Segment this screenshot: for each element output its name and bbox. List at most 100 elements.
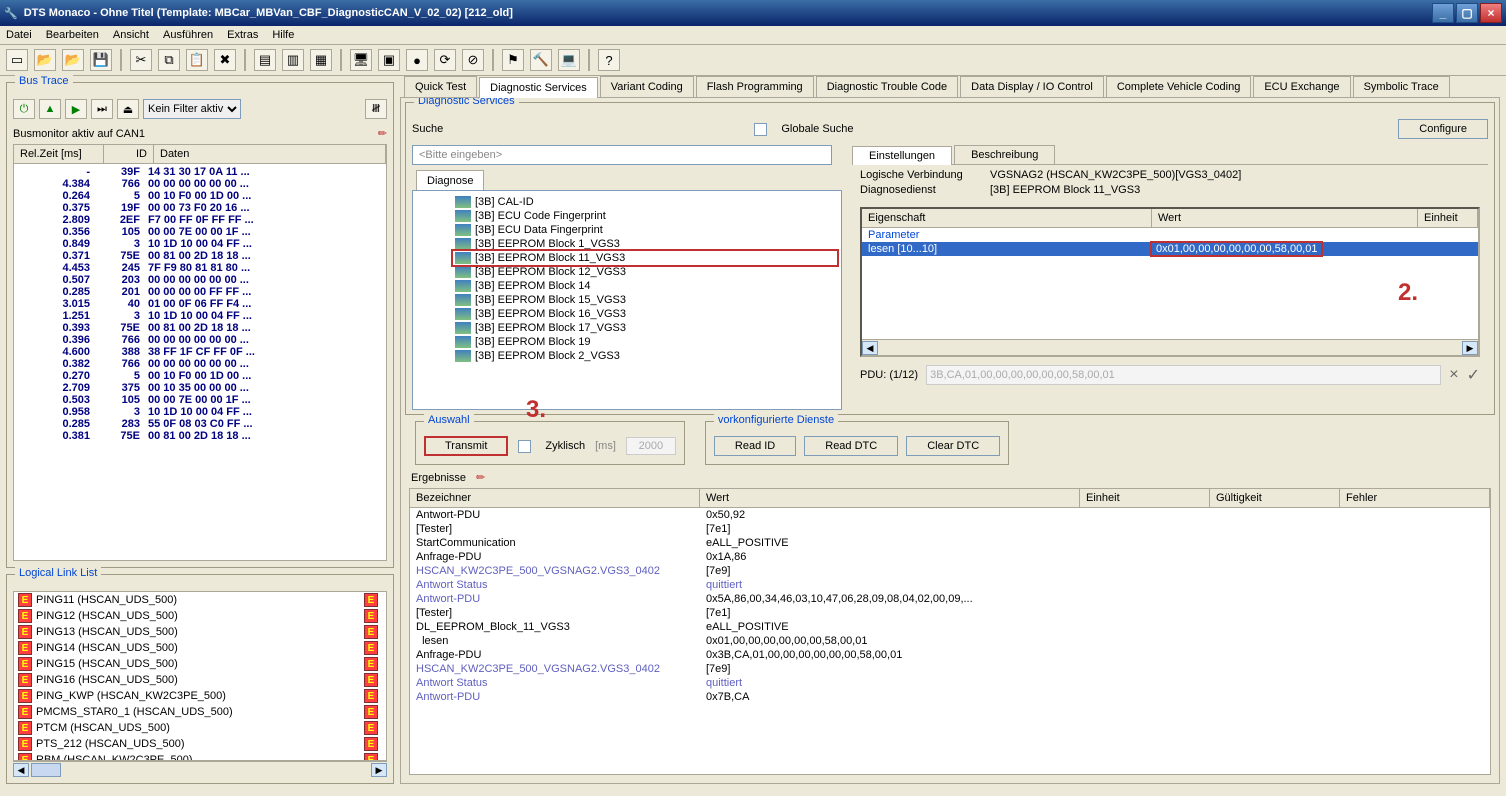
result-row[interactable]: Anfrage-PDU0x1A,86 bbox=[410, 550, 1490, 564]
bustrace-row[interactable]: 0.37175E00 81 00 2D 18 18 ... bbox=[18, 250, 382, 262]
export-icon[interactable]: ⏏ bbox=[117, 99, 139, 119]
rcol-wert[interactable]: Wert bbox=[700, 489, 1080, 507]
tree-item[interactable]: [3B] EEPROM Block 11_VGS3 bbox=[453, 251, 837, 265]
rcol-gueltigkeit[interactable]: Gültigkeit bbox=[1210, 489, 1340, 507]
result-row[interactable]: lesen0x01,00,00,00,00,00,00,58,00,01 bbox=[410, 634, 1490, 648]
open2-icon[interactable]: 📂 bbox=[62, 49, 84, 71]
close-button[interactable]: × bbox=[1480, 3, 1502, 23]
start-icon[interactable]: ▲ bbox=[39, 99, 61, 119]
paste-icon[interactable]: 📋 bbox=[186, 49, 208, 71]
result-row[interactable]: Antwort Statusquittiert bbox=[410, 676, 1490, 690]
menu-ausführen[interactable]: Ausführen bbox=[163, 29, 213, 41]
tab-quick-test[interactable]: Quick Test bbox=[404, 76, 477, 97]
minimize-button[interactable]: _ bbox=[1432, 3, 1454, 23]
monitor-icon[interactable]: 🖥 bbox=[350, 49, 372, 71]
stop-icon[interactable]: ⊘ bbox=[462, 49, 484, 71]
tree-item[interactable]: [3B] EEPROM Block 16_VGS3 bbox=[453, 307, 837, 321]
result-row[interactable]: Antwort-PDU0x7B,CA bbox=[410, 690, 1490, 704]
tree-item[interactable]: [3B] EEPROM Block 15_VGS3 bbox=[453, 293, 837, 307]
scroll-right-icon[interactable]: ▶ bbox=[371, 763, 387, 777]
search-input[interactable]: <Bitte eingeben> bbox=[412, 145, 832, 165]
zyklisch-input[interactable] bbox=[626, 437, 676, 455]
menu-bearbeiten[interactable]: Bearbeiten bbox=[46, 29, 99, 41]
tab-variant-coding[interactable]: Variant Coding bbox=[600, 76, 694, 97]
col-relzeit[interactable]: Rel.Zeit [ms] bbox=[14, 145, 104, 163]
new-icon[interactable]: ▭ bbox=[6, 49, 28, 71]
bustrace-row[interactable]: 0.270500 10 F0 00 1D 00 ... bbox=[18, 370, 382, 382]
col-daten[interactable]: Daten bbox=[154, 145, 386, 163]
tab-diagnostic-services[interactable]: Diagnostic Services bbox=[479, 77, 598, 98]
readid-button[interactable]: Read ID bbox=[714, 436, 796, 456]
copy-icon[interactable]: ⧉ bbox=[158, 49, 180, 71]
menu-ansicht[interactable]: Ansicht bbox=[113, 29, 149, 41]
tree-item[interactable]: [3B] EEPROM Block 14 bbox=[453, 279, 837, 293]
bustrace-row[interactable]: 0.39375E00 81 00 2D 18 18 ... bbox=[18, 322, 382, 334]
bustrace-row[interactable]: 4.38476600 00 00 00 00 00 ... bbox=[18, 178, 382, 190]
layout2-icon[interactable]: ▥ bbox=[282, 49, 304, 71]
link-item[interactable]: EPING13 (HSCAN_UDS_500)E bbox=[14, 624, 386, 640]
layout3-icon[interactable]: ▦ bbox=[310, 49, 332, 71]
diagnose-tree[interactable]: [3B] CAL-ID[3B] ECU Code Fingerprint [3B]… bbox=[412, 190, 842, 410]
bustrace-row[interactable]: -39F14 31 30 17 0A 11 ... bbox=[18, 166, 382, 178]
bustrace-row[interactable]: 0.264500 10 F0 00 1D 00 ... bbox=[18, 190, 382, 202]
prop-scroll-right-icon[interactable]: ▶ bbox=[1462, 341, 1478, 355]
readdtc-button[interactable]: Read DTC bbox=[804, 436, 898, 456]
rcol-fehler[interactable]: Fehler bbox=[1340, 489, 1490, 507]
tree-item[interactable]: [3B] EEPROM Block 1_VGS3 bbox=[453, 237, 837, 251]
result-row[interactable]: HSCAN_KW2C3PE_500_VGSNAG2.VGS3_0402[7e9] bbox=[410, 662, 1490, 676]
tree-item[interactable]: [3B] CAL-ID bbox=[453, 195, 837, 209]
bustrace-row[interactable]: 0.39676600 00 00 00 00 00 ... bbox=[18, 334, 382, 346]
scroll-left-icon[interactable]: ◀ bbox=[13, 763, 29, 777]
bustrace-row[interactable]: 3.0154001 00 0F 06 FF F4 ... bbox=[18, 298, 382, 310]
screen-icon[interactable]: 💻 bbox=[558, 49, 580, 71]
cut-icon[interactable]: ✂ bbox=[130, 49, 152, 71]
menu-hilfe[interactable]: Hilfe bbox=[272, 29, 294, 41]
save-icon[interactable]: 💾 bbox=[90, 49, 112, 71]
transmit-button[interactable]: Transmit bbox=[424, 436, 508, 456]
tree-item[interactable]: [3B] EEPROM Block 2_VGS3 bbox=[453, 349, 837, 363]
tab-ecu-exchange[interactable]: ECU Exchange bbox=[1253, 76, 1350, 97]
menu-datei[interactable]: Datei bbox=[6, 29, 32, 41]
rcol-bezeichner[interactable]: Bezeichner bbox=[410, 489, 700, 507]
configure-button[interactable]: Configure bbox=[1398, 119, 1488, 139]
tree-item[interactable]: [3B] EEPROM Block 17_VGS3 bbox=[453, 321, 837, 335]
link-item[interactable]: ERBM (HSCAN_KW2C3PE_500)E bbox=[14, 752, 386, 761]
pdu-input[interactable] bbox=[926, 365, 1441, 385]
col-einheit[interactable]: Einheit bbox=[1418, 209, 1478, 227]
tree-item[interactable]: [3B] EEPROM Block 19 bbox=[453, 335, 837, 349]
result-row[interactable]: StartCommunicationeALL_POSITIVE bbox=[410, 536, 1490, 550]
link-item[interactable]: EPMCMS_STAR0_1 (HSCAN_UDS_500)E bbox=[14, 704, 386, 720]
flag-icon[interactable]: ⚑ bbox=[502, 49, 524, 71]
tab-symbolic-trace[interactable]: Symbolic Trace bbox=[1353, 76, 1450, 97]
tool-icon[interactable]: 🔨 bbox=[530, 49, 552, 71]
logical-link-list[interactable]: EPING11 (HSCAN_UDS_500)EEPING12 (HSCAN_U… bbox=[13, 591, 387, 761]
link-item[interactable]: EPING_KWP (HSCAN_KW2C3PE_500)E bbox=[14, 688, 386, 704]
linklist-scrollbar[interactable]: ◀ ▶ bbox=[13, 761, 387, 777]
bustrace-row[interactable]: 2.70937500 10 35 00 00 00 ... bbox=[18, 382, 382, 394]
link-item[interactable]: EPING16 (HSCAN_UDS_500)E bbox=[14, 672, 386, 688]
window-icon[interactable]: ▣ bbox=[378, 49, 400, 71]
result-row[interactable]: HSCAN_KW2C3PE_500_VGSNAG2.VGS3_0402[7e9] bbox=[410, 564, 1490, 578]
cleardtc-button[interactable]: Clear DTC bbox=[906, 436, 1000, 456]
link-item[interactable]: EPING12 (HSCAN_UDS_500)E bbox=[14, 608, 386, 624]
bustrace-row[interactable]: 0.50310500 00 7E 00 00 1F ... bbox=[18, 394, 382, 406]
filter-icon[interactable]: 𝍸 bbox=[365, 99, 387, 119]
refresh-icon[interactable]: ⟳ bbox=[434, 49, 456, 71]
bustrace-row[interactable]: 1.251310 1D 10 00 04 FF ... bbox=[18, 310, 382, 322]
bustrace-row[interactable]: 0.35610500 00 7E 00 00 1F ... bbox=[18, 226, 382, 238]
play-icon[interactable]: ⏻ bbox=[13, 99, 35, 119]
bustrace-row[interactable]: 0.38175E00 81 00 2D 18 18 ... bbox=[18, 430, 382, 442]
bustrace-row[interactable]: 0.849310 1D 10 00 04 FF ... bbox=[18, 238, 382, 250]
tree-item[interactable]: [3B] EEPROM Block 12_VGS3 bbox=[453, 265, 837, 279]
run-icon[interactable]: ▶ bbox=[65, 99, 87, 119]
maximize-button[interactable]: ▢ bbox=[1456, 3, 1478, 23]
result-row[interactable]: Antwort Statusquittiert bbox=[410, 578, 1490, 592]
result-row[interactable]: Antwort-PDU0x50,92 bbox=[410, 508, 1490, 522]
link-item[interactable]: EPING15 (HSCAN_UDS_500)E bbox=[14, 656, 386, 672]
open-icon[interactable]: 📂 bbox=[34, 49, 56, 71]
col-id[interactable]: ID bbox=[104, 145, 154, 163]
delete-icon[interactable]: ✖ bbox=[214, 49, 236, 71]
bustrace-row[interactable]: 0.28528355 0F 08 03 C0 FF ... bbox=[18, 418, 382, 430]
col-eigenschaft[interactable]: Eigenschaft bbox=[862, 209, 1152, 227]
tree-item[interactable]: [3B] ECU Code Fingerprint bbox=[453, 209, 837, 223]
